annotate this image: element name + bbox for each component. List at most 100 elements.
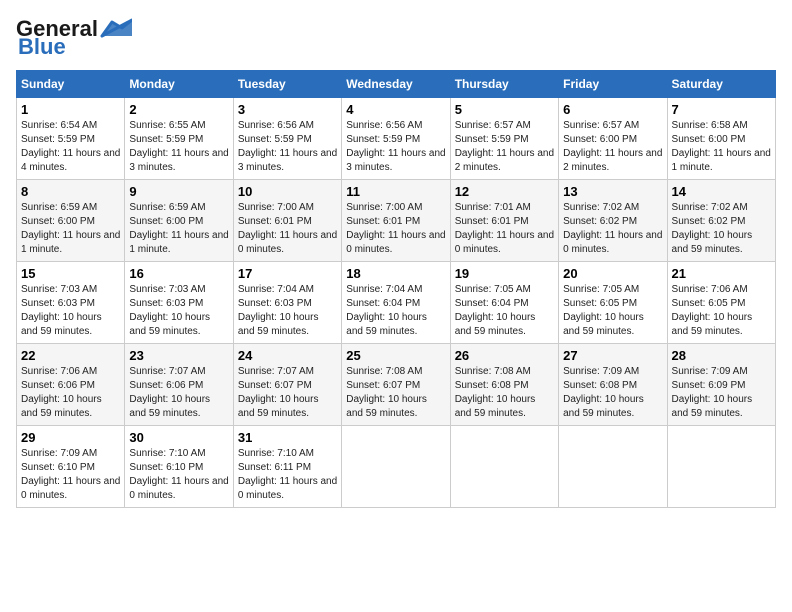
calendar-cell: 14 Sunrise: 7:02 AMSunset: 6:02 PMDaylig… — [667, 180, 775, 262]
day-info: Sunrise: 7:00 AMSunset: 6:01 PMDaylight:… — [346, 202, 445, 255]
calendar-cell: 18 Sunrise: 7:04 AMSunset: 6:04 PMDaylig… — [342, 262, 450, 344]
weekday-header-row: SundayMondayTuesdayWednesdayThursdayFrid… — [17, 71, 776, 98]
day-number: 25 — [346, 348, 445, 363]
day-info: Sunrise: 6:54 AMSunset: 5:59 PMDaylight:… — [21, 120, 120, 173]
day-number: 4 — [346, 102, 445, 117]
day-number: 29 — [21, 430, 120, 445]
calendar-cell: 3 Sunrise: 6:56 AMSunset: 5:59 PMDayligh… — [233, 98, 341, 180]
calendar-week-row: 15 Sunrise: 7:03 AMSunset: 6:03 PMDaylig… — [17, 262, 776, 344]
day-number: 8 — [21, 184, 120, 199]
calendar-week-row: 29 Sunrise: 7:09 AMSunset: 6:10 PMDaylig… — [17, 426, 776, 508]
calendar-cell: 20 Sunrise: 7:05 AMSunset: 6:05 PMDaylig… — [559, 262, 667, 344]
day-info: Sunrise: 7:02 AMSunset: 6:02 PMDaylight:… — [563, 202, 662, 255]
calendar-cell — [342, 426, 450, 508]
day-number: 28 — [672, 348, 771, 363]
day-info: Sunrise: 6:59 AMSunset: 6:00 PMDaylight:… — [129, 202, 228, 255]
calendar-cell: 17 Sunrise: 7:04 AMSunset: 6:03 PMDaylig… — [233, 262, 341, 344]
calendar-cell — [667, 426, 775, 508]
day-info: Sunrise: 7:09 AMSunset: 6:10 PMDaylight:… — [21, 448, 120, 501]
calendar-cell: 31 Sunrise: 7:10 AMSunset: 6:11 PMDaylig… — [233, 426, 341, 508]
calendar-cell: 5 Sunrise: 6:57 AMSunset: 5:59 PMDayligh… — [450, 98, 558, 180]
day-info: Sunrise: 7:08 AMSunset: 6:07 PMDaylight:… — [346, 366, 427, 419]
logo: General Blue — [16, 16, 132, 60]
day-number: 18 — [346, 266, 445, 281]
day-info: Sunrise: 7:03 AMSunset: 6:03 PMDaylight:… — [21, 284, 102, 337]
day-number: 1 — [21, 102, 120, 117]
day-info: Sunrise: 6:57 AMSunset: 5:59 PMDaylight:… — [455, 120, 554, 173]
calendar-cell: 4 Sunrise: 6:56 AMSunset: 5:59 PMDayligh… — [342, 98, 450, 180]
weekday-header-tuesday: Tuesday — [233, 71, 341, 98]
day-number: 24 — [238, 348, 337, 363]
calendar-cell: 6 Sunrise: 6:57 AMSunset: 6:00 PMDayligh… — [559, 98, 667, 180]
day-number: 23 — [129, 348, 228, 363]
day-info: Sunrise: 7:07 AMSunset: 6:06 PMDaylight:… — [129, 366, 210, 419]
calendar-cell: 1 Sunrise: 6:54 AMSunset: 5:59 PMDayligh… — [17, 98, 125, 180]
logo-blue: Blue — [16, 34, 66, 60]
day-info: Sunrise: 7:06 AMSunset: 6:06 PMDaylight:… — [21, 366, 102, 419]
calendar-cell: 23 Sunrise: 7:07 AMSunset: 6:06 PMDaylig… — [125, 344, 233, 426]
calendar: SundayMondayTuesdayWednesdayThursdayFrid… — [16, 70, 776, 508]
weekday-header-monday: Monday — [125, 71, 233, 98]
day-number: 31 — [238, 430, 337, 445]
day-info: Sunrise: 6:59 AMSunset: 6:00 PMDaylight:… — [21, 202, 120, 255]
day-number: 14 — [672, 184, 771, 199]
day-info: Sunrise: 7:08 AMSunset: 6:08 PMDaylight:… — [455, 366, 536, 419]
day-number: 12 — [455, 184, 554, 199]
calendar-cell: 24 Sunrise: 7:07 AMSunset: 6:07 PMDaylig… — [233, 344, 341, 426]
day-info: Sunrise: 7:04 AMSunset: 6:04 PMDaylight:… — [346, 284, 427, 337]
day-info: Sunrise: 7:04 AMSunset: 6:03 PMDaylight:… — [238, 284, 319, 337]
day-number: 16 — [129, 266, 228, 281]
day-info: Sunrise: 7:10 AMSunset: 6:11 PMDaylight:… — [238, 448, 337, 501]
day-number: 5 — [455, 102, 554, 117]
weekday-header-wednesday: Wednesday — [342, 71, 450, 98]
day-info: Sunrise: 6:58 AMSunset: 6:00 PMDaylight:… — [672, 120, 771, 173]
calendar-week-row: 8 Sunrise: 6:59 AMSunset: 6:00 PMDayligh… — [17, 180, 776, 262]
logo-icon — [98, 18, 132, 40]
day-info: Sunrise: 7:09 AMSunset: 6:09 PMDaylight:… — [672, 366, 753, 419]
day-number: 15 — [21, 266, 120, 281]
day-number: 6 — [563, 102, 662, 117]
calendar-cell: 15 Sunrise: 7:03 AMSunset: 6:03 PMDaylig… — [17, 262, 125, 344]
day-info: Sunrise: 7:00 AMSunset: 6:01 PMDaylight:… — [238, 202, 337, 255]
calendar-cell — [559, 426, 667, 508]
day-number: 13 — [563, 184, 662, 199]
day-info: Sunrise: 7:05 AMSunset: 6:04 PMDaylight:… — [455, 284, 536, 337]
day-number: 11 — [346, 184, 445, 199]
day-info: Sunrise: 6:56 AMSunset: 5:59 PMDaylight:… — [238, 120, 337, 173]
calendar-cell: 8 Sunrise: 6:59 AMSunset: 6:00 PMDayligh… — [17, 180, 125, 262]
day-number: 22 — [21, 348, 120, 363]
day-number: 30 — [129, 430, 228, 445]
day-info: Sunrise: 7:07 AMSunset: 6:07 PMDaylight:… — [238, 366, 319, 419]
day-number: 10 — [238, 184, 337, 199]
calendar-cell — [450, 426, 558, 508]
calendar-week-row: 22 Sunrise: 7:06 AMSunset: 6:06 PMDaylig… — [17, 344, 776, 426]
day-number: 19 — [455, 266, 554, 281]
calendar-cell: 30 Sunrise: 7:10 AMSunset: 6:10 PMDaylig… — [125, 426, 233, 508]
day-info: Sunrise: 6:56 AMSunset: 5:59 PMDaylight:… — [346, 120, 445, 173]
calendar-cell: 25 Sunrise: 7:08 AMSunset: 6:07 PMDaylig… — [342, 344, 450, 426]
calendar-cell: 7 Sunrise: 6:58 AMSunset: 6:00 PMDayligh… — [667, 98, 775, 180]
weekday-header-saturday: Saturday — [667, 71, 775, 98]
day-info: Sunrise: 6:57 AMSunset: 6:00 PMDaylight:… — [563, 120, 662, 173]
calendar-cell: 27 Sunrise: 7:09 AMSunset: 6:08 PMDaylig… — [559, 344, 667, 426]
day-info: Sunrise: 7:05 AMSunset: 6:05 PMDaylight:… — [563, 284, 644, 337]
calendar-cell: 29 Sunrise: 7:09 AMSunset: 6:10 PMDaylig… — [17, 426, 125, 508]
weekday-header-friday: Friday — [559, 71, 667, 98]
day-info: Sunrise: 7:06 AMSunset: 6:05 PMDaylight:… — [672, 284, 753, 337]
day-number: 20 — [563, 266, 662, 281]
calendar-cell: 9 Sunrise: 6:59 AMSunset: 6:00 PMDayligh… — [125, 180, 233, 262]
calendar-cell: 10 Sunrise: 7:00 AMSunset: 6:01 PMDaylig… — [233, 180, 341, 262]
calendar-cell: 11 Sunrise: 7:00 AMSunset: 6:01 PMDaylig… — [342, 180, 450, 262]
day-number: 7 — [672, 102, 771, 117]
weekday-header-thursday: Thursday — [450, 71, 558, 98]
day-info: Sunrise: 7:10 AMSunset: 6:10 PMDaylight:… — [129, 448, 228, 501]
calendar-cell: 13 Sunrise: 7:02 AMSunset: 6:02 PMDaylig… — [559, 180, 667, 262]
day-number: 27 — [563, 348, 662, 363]
day-number: 9 — [129, 184, 228, 199]
day-info: Sunrise: 7:02 AMSunset: 6:02 PMDaylight:… — [672, 202, 753, 255]
day-info: Sunrise: 7:01 AMSunset: 6:01 PMDaylight:… — [455, 202, 554, 255]
calendar-week-row: 1 Sunrise: 6:54 AMSunset: 5:59 PMDayligh… — [17, 98, 776, 180]
weekday-header-sunday: Sunday — [17, 71, 125, 98]
calendar-cell: 21 Sunrise: 7:06 AMSunset: 6:05 PMDaylig… — [667, 262, 775, 344]
calendar-cell: 2 Sunrise: 6:55 AMSunset: 5:59 PMDayligh… — [125, 98, 233, 180]
